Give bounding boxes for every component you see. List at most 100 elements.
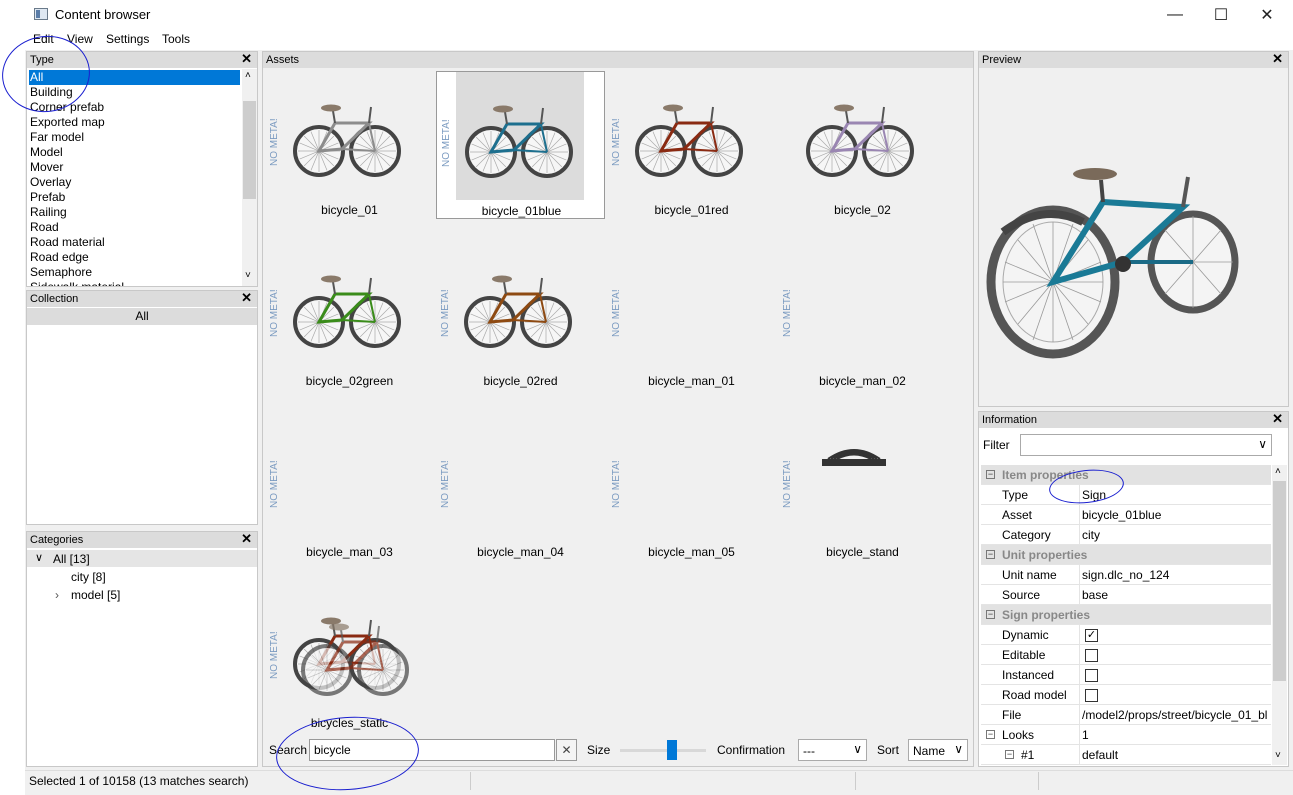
scroll-up-icon[interactable]: ˄	[245, 70, 251, 81]
asset-tile[interactable]: bicycle_02	[778, 71, 947, 219]
confirmation-value: ---	[803, 744, 815, 758]
property-checkbox[interactable]: ✓	[1085, 629, 1098, 642]
information-panel: Information ✕ Filter ∨ − Item properties Ty…	[978, 411, 1289, 767]
close-window-button[interactable]: ✕	[1244, 0, 1290, 30]
close-icon[interactable]: ✕	[1272, 51, 1283, 67]
type-item[interactable]: Railing	[29, 205, 240, 220]
property-row[interactable]: #1− default	[981, 745, 1271, 765]
asset-name: bicycle_01	[321, 203, 378, 217]
menu-tools[interactable]: Tools	[162, 32, 190, 46]
property-row[interactable]: Asset bicycle_01blue	[981, 505, 1271, 525]
type-item[interactable]: Semaphore	[29, 265, 240, 280]
property-row[interactable]: Source base	[981, 585, 1271, 605]
type-item[interactable]: Road edge	[29, 250, 240, 265]
type-item[interactable]: Overlay	[29, 175, 240, 190]
asset-name: bicycle_02red	[483, 374, 558, 388]
property-row[interactable]: Dynamic ✓	[981, 625, 1271, 645]
asset-name: bicycle_man_05	[648, 545, 735, 559]
no-meta-label: NO META!	[269, 289, 280, 337]
size-label: Size	[587, 743, 611, 757]
no-meta-label: NO META!	[441, 119, 452, 167]
asset-tile[interactable]: NO META! bicycle_man_01	[607, 242, 776, 390]
property-checkbox[interactable]	[1085, 689, 1098, 702]
type-item[interactable]: Mover	[29, 160, 240, 175]
collapse-icon[interactable]: −	[986, 730, 995, 739]
chevron-down-icon[interactable]: ∨	[35, 551, 43, 564]
maximize-button[interactable]: ☐	[1198, 0, 1244, 30]
asset-tile[interactable]: NO META! bicycle_man_03	[265, 413, 434, 561]
type-item[interactable]: Exported map	[29, 115, 240, 130]
asset-tile[interactable]: NO META! bicycle_02green	[265, 242, 434, 390]
minimize-button[interactable]: —	[1152, 0, 1198, 30]
asset-tile[interactable]: NO META! bicycle_man_02	[778, 242, 947, 390]
confirmation-select[interactable]: --- ∨	[798, 739, 867, 761]
property-row: − Unit properties	[981, 545, 1271, 565]
collapse-icon[interactable]: −	[1005, 750, 1014, 759]
confirmation-label: Confirmation	[717, 743, 786, 757]
asset-tile[interactable]: NO META! bicycle_02red	[436, 242, 605, 390]
filter-select[interactable]: ∨	[1020, 434, 1272, 456]
close-icon[interactable]: ✕	[241, 51, 252, 67]
property-key: Instanced	[1002, 668, 1055, 682]
type-item[interactable]: Prefab	[29, 190, 240, 205]
asset-tile[interactable]: NO META! bicycle_01	[265, 71, 434, 219]
property-key: Source	[1002, 588, 1041, 602]
property-row[interactable]: Instanced	[981, 665, 1271, 685]
collapse-icon[interactable]: −	[986, 470, 995, 479]
property-checkbox[interactable]	[1085, 669, 1098, 682]
property-row[interactable]: Unit name sign.dlc_no_124	[981, 565, 1271, 585]
property-row[interactable]: Editable	[981, 645, 1271, 665]
property-key: Unit name	[1002, 568, 1057, 582]
collapse-icon[interactable]: −	[986, 610, 995, 619]
close-icon[interactable]: ✕	[241, 290, 252, 306]
asset-tile[interactable]: NO META! bicycles_static	[265, 584, 434, 732]
asset-tile[interactable]: NO META! bicycle_man_04	[436, 413, 605, 561]
scroll-down-icon[interactable]: ˅	[1275, 750, 1281, 761]
scroll-thumb[interactable]	[243, 101, 256, 199]
no-meta-label: NO META!	[269, 460, 280, 508]
chevron-down-icon: ∨	[853, 742, 862, 756]
no-meta-label: NO META!	[269, 631, 280, 679]
type-list-scrollbar[interactable]: ˄ ˅	[242, 69, 257, 286]
category-model[interactable]: model [5]	[71, 588, 120, 602]
category-all[interactable]: All [13]	[53, 552, 90, 566]
chevron-right-icon[interactable]: ›	[55, 588, 59, 602]
property-row[interactable]: Type Sign	[981, 485, 1271, 505]
asset-tile[interactable]: NO META! bicycle_01blue	[436, 71, 605, 219]
property-row[interactable]: Road model	[981, 685, 1271, 705]
property-row[interactable]: File/model2/props/street/bicycle_01_bl	[981, 705, 1271, 725]
asset-tile[interactable]: NO META! bicycle_stand	[778, 413, 947, 561]
sort-label: Sort	[877, 743, 900, 757]
asset-tile[interactable]: NO META! bicycle_01red	[607, 71, 776, 219]
menu-settings[interactable]: Settings	[106, 32, 149, 46]
scroll-up-icon[interactable]: ˄	[1275, 466, 1281, 477]
asset-tile[interactable]: NO META! bicycle_man_05	[607, 413, 776, 561]
size-slider-track[interactable]	[620, 749, 706, 752]
close-icon[interactable]: ✕	[241, 531, 252, 547]
property-key: Dynamic	[1002, 628, 1049, 642]
collapse-icon[interactable]: −	[986, 550, 995, 559]
scroll-thumb[interactable]	[1273, 481, 1286, 681]
type-item[interactable]: Road	[29, 220, 240, 235]
sort-select[interactable]: Name ∨	[908, 739, 968, 761]
collection-item-all[interactable]: All	[27, 308, 257, 325]
property-value: sign.dlc_no_124	[1082, 568, 1170, 582]
property-value: 1	[1082, 728, 1089, 742]
type-item[interactable]: Model	[29, 145, 240, 160]
no-meta-label: NO META!	[611, 460, 622, 508]
scroll-down-icon[interactable]: ˅	[245, 270, 251, 281]
size-slider-thumb[interactable]	[666, 740, 677, 760]
property-scrollbar[interactable]: ˄ ˅	[1272, 465, 1287, 765]
property-value: /model2/props/street/bicycle_01_bl	[1082, 708, 1268, 722]
property-value: default	[1082, 748, 1119, 762]
property-divider	[1079, 625, 1080, 645]
category-city[interactable]: city [8]	[71, 570, 106, 584]
close-icon[interactable]: ✕	[1272, 411, 1283, 427]
property-row[interactable]: − Looks 1	[981, 725, 1271, 745]
clear-search-button[interactable]: ✕	[556, 739, 577, 761]
property-row[interactable]: Category city	[981, 525, 1271, 545]
type-item[interactable]: Sidewalk material	[29, 280, 240, 286]
property-checkbox[interactable]	[1085, 649, 1098, 662]
type-item[interactable]: Far model	[29, 130, 240, 145]
type-item[interactable]: Road material	[29, 235, 240, 250]
